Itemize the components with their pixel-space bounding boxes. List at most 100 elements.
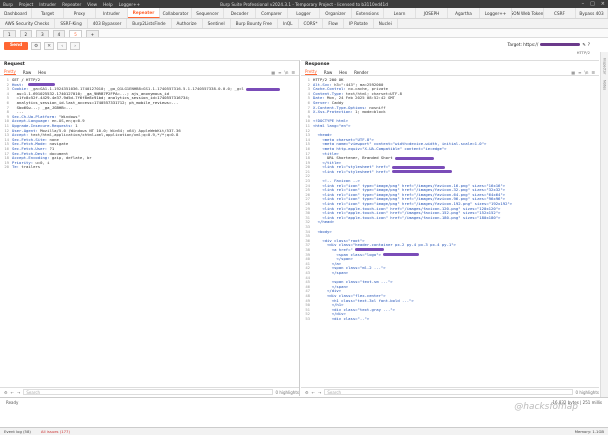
response-search-input[interactable]: Search bbox=[324, 389, 573, 395]
subtab[interactable]: Hex bbox=[339, 70, 347, 75]
main-tab[interactable]: Logger++ bbox=[480, 8, 512, 18]
extension-tab[interactable]: 403 Bypasser bbox=[88, 19, 128, 28]
edit-icon[interactable]: ✎ bbox=[582, 42, 586, 47]
extension-tab[interactable]: Sentinel bbox=[203, 19, 231, 28]
wrap-icon[interactable]: ≡ bbox=[578, 70, 581, 75]
main-tab[interactable]: Collaborator bbox=[160, 8, 192, 18]
newline-icon[interactable]: \n bbox=[285, 70, 289, 75]
extension-tab[interactable]: CORS* bbox=[299, 19, 324, 28]
back-icon[interactable]: ‹ bbox=[57, 41, 68, 50]
request-search-bar: ⚙ ← → Search 0 highlights bbox=[0, 387, 299, 396]
response-subtabs: Pretty Raw Hex Render bbox=[301, 69, 599, 76]
http-version[interactable]: HTTP/2 bbox=[577, 50, 590, 55]
response-line-text: </span> bbox=[313, 269, 349, 275]
minimize-icon[interactable]: – bbox=[582, 1, 585, 7]
subtab[interactable]: Raw bbox=[23, 70, 31, 75]
prev-icon[interactable]: ← bbox=[11, 390, 14, 395]
request-title: Request bbox=[4, 62, 25, 67]
newline-icon[interactable]: \n bbox=[585, 70, 589, 75]
prev-icon[interactable]: ← bbox=[312, 390, 315, 395]
event-log-link[interactable]: Event log (58) bbox=[4, 429, 31, 434]
line-number: 20 bbox=[4, 164, 9, 170]
main-tab[interactable]: CSRF bbox=[544, 8, 576, 18]
repeater-tab[interactable]: 4 bbox=[52, 29, 66, 37]
main-tab[interactable]: Dashboard bbox=[0, 8, 32, 18]
request-editor[interactable]: 1 GET / HTTP/2 2 Host: 3 Cookie: _ga=GA1.1.1… bbox=[0, 78, 299, 387]
settings-icon[interactable]: ⚙ bbox=[305, 390, 309, 395]
repeater-toolbar: Send ⚙ ✕ ‹ › Target: https:// ✎ ? HTTP/2 bbox=[0, 39, 600, 55]
forward-icon[interactable]: › bbox=[70, 41, 81, 50]
main-tab[interactable]: Learn bbox=[384, 8, 416, 18]
sidebar-tab[interactable]: Inspector bbox=[603, 58, 607, 74]
cancel-button[interactable]: ✕ bbox=[44, 41, 55, 50]
window-title: Burp Suite Professional v2024.3.1 - Temp… bbox=[220, 1, 388, 7]
gear-icon[interactable]: ⚙ bbox=[31, 41, 42, 50]
main-tab[interactable]: Proxy bbox=[64, 8, 96, 18]
repeater-tab[interactable]: + bbox=[85, 29, 100, 37]
extension-tab[interactable]: Burp2ListsFinde bbox=[127, 19, 172, 28]
main-tab[interactable]: Comparer bbox=[256, 8, 288, 18]
main-tab[interactable]: Agartha bbox=[448, 8, 480, 18]
extension-tab[interactable]: SSRF-King bbox=[55, 19, 88, 28]
main-tab[interactable]: Logger bbox=[288, 8, 320, 18]
extension-tab[interactable]: InQL bbox=[278, 19, 299, 28]
status-text: Ready bbox=[6, 399, 19, 405]
window-controls: – □ × bbox=[582, 1, 605, 7]
send-button[interactable]: Send bbox=[4, 41, 29, 50]
redaction-mark bbox=[394, 156, 434, 160]
response-pane: Response Pretty Raw Hex Render ▦ ≡ \n ☰ 1 HT… bbox=[301, 60, 599, 396]
extension-tab[interactable]: Burp Bounty Free bbox=[231, 19, 278, 28]
menu-icon[interactable]: ☰ bbox=[591, 70, 595, 75]
settings-icon[interactable]: ⚙ bbox=[4, 390, 8, 395]
response-editor[interactable]: 1 HTTP/2 200 OK 2 Alt-Svc: h3=":443"; ma=25… bbox=[301, 78, 599, 387]
subtab[interactable]: Pretty bbox=[4, 69, 16, 75]
extension-tab[interactable]: AWS Security Checks bbox=[0, 19, 56, 28]
main-tab[interactable]: Intruder bbox=[96, 8, 128, 18]
extension-tab[interactable]: Flow bbox=[323, 19, 344, 28]
help-icon[interactable]: ? bbox=[588, 42, 590, 47]
main-tabs: Dashboard Target Proxy Intruder Repeater Coll… bbox=[0, 8, 608, 19]
response-line-text: <div class=".."> bbox=[313, 315, 370, 321]
main-tab[interactable]: Decoder bbox=[224, 8, 256, 18]
response-line-text: <html lang="en"> bbox=[313, 122, 351, 128]
subtab[interactable]: Hex bbox=[38, 70, 46, 75]
close-icon[interactable]: × bbox=[601, 1, 605, 7]
main-tab[interactable]: JOSEPH bbox=[416, 8, 448, 18]
repeater-tab[interactable]: 3 bbox=[36, 29, 49, 37]
main-tab[interactable]: JSON Web Tokens bbox=[512, 8, 544, 18]
watermark: @hacksfomap bbox=[514, 402, 578, 412]
maximize-icon[interactable]: □ bbox=[590, 1, 595, 7]
layout-icon[interactable]: ▦ bbox=[571, 70, 575, 75]
extension-tab[interactable]: Authorize bbox=[172, 19, 203, 28]
main-tab[interactable]: Repeater bbox=[128, 8, 160, 18]
memory-indicator: Memory: 1.1GB bbox=[574, 429, 604, 434]
main-tab[interactable]: Organizer bbox=[320, 8, 352, 18]
main-tab[interactable]: Target bbox=[32, 8, 64, 18]
request-search-input[interactable]: Search bbox=[23, 389, 273, 395]
main-tab[interactable]: Sequencer bbox=[192, 8, 224, 18]
main-tab[interactable]: Bypass 403 bbox=[576, 8, 608, 18]
target-display[interactable]: Target: https:// ✎ ? bbox=[508, 42, 590, 47]
request-subtabs: Pretty Raw Hex bbox=[0, 69, 299, 76]
response-search-bar: ⚙ ← → Search 0 highlights bbox=[301, 387, 599, 396]
main-tab[interactable]: Extensions bbox=[352, 8, 384, 18]
subtab[interactable]: Raw bbox=[324, 70, 332, 75]
subtab[interactable]: Pretty bbox=[305, 69, 317, 75]
line-number: 53 bbox=[305, 315, 310, 321]
subtab[interactable]: Render bbox=[354, 70, 368, 75]
layout-icon[interactable]: ▦ bbox=[271, 70, 275, 75]
next-icon[interactable]: → bbox=[17, 390, 20, 395]
repeater-tab[interactable]: 1 bbox=[3, 29, 16, 37]
repeater-tab[interactable]: 5 bbox=[69, 29, 82, 37]
menu-icon[interactable]: ☰ bbox=[291, 70, 295, 75]
repeater-tabs: 1 2 3 4 5 + bbox=[0, 29, 608, 38]
repeater-tab[interactable]: 2 bbox=[19, 29, 33, 37]
issues-link[interactable]: All issues (177) bbox=[41, 429, 70, 434]
response-line: 53 <div class=".."> bbox=[301, 315, 599, 322]
extension-tab[interactable]: IP Rotate bbox=[344, 19, 374, 28]
redaction-mark bbox=[392, 170, 453, 174]
next-icon[interactable]: → bbox=[318, 390, 321, 395]
sidebar-tab[interactable]: Notes bbox=[603, 80, 607, 90]
extension-tab[interactable]: Nuclei bbox=[374, 19, 398, 28]
wrap-icon[interactable]: ≡ bbox=[278, 70, 281, 75]
